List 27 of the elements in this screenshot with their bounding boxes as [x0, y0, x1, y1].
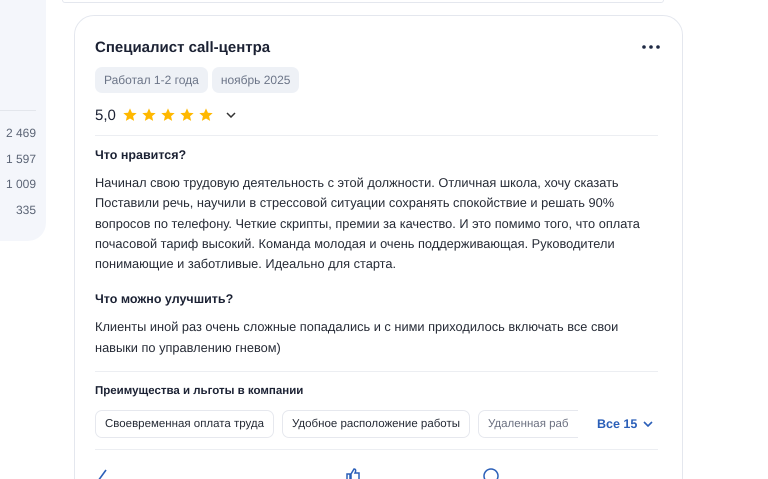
tag: Работал 1-2 года: [95, 67, 208, 93]
comment-icon[interactable]: [483, 468, 499, 479]
star-icon: [122, 107, 138, 123]
review-text: Начинал свою трудовую деятельность с этой должности. Отличная школа, хочу сказать Поставили речь, научили в стрессовой ситуации сохранять спокойствие и решать 90% вопросов по телефону. Четкие скрипты, премии за качество. И это помимо того, что оплата почасовой тариф высокий. Команда молодая и очень поддерживающая. Руководители понимающие и заботливые. Идеально для старта.: [95, 174, 641, 274]
benefit-chip: Удобное расположение работы: [282, 410, 470, 438]
chevron-icon[interactable]: [226, 112, 236, 118]
more-icon[interactable]: [642, 45, 660, 49]
count-text: 2 469: [6, 125, 36, 142]
star-icon: [160, 107, 176, 123]
count-text: 1 009: [6, 176, 36, 194]
tag: ноябрь 2025: [212, 67, 300, 93]
benefits-heading: Преимущества и льготы в компании: [95, 385, 304, 398]
benefit-chip: Удаленная раб: [478, 410, 578, 438]
show-all-link[interactable]: Все 15: [597, 417, 654, 432]
star-icon: [198, 107, 214, 123]
star-icon: [140, 107, 157, 123]
section-heading: Что нравится?: [95, 148, 188, 162]
star-icon: [178, 107, 195, 123]
thumb-icon[interactable]: [345, 468, 361, 479]
count-text: 335: [16, 202, 36, 220]
rating-score: 5,0: [95, 106, 116, 124]
count-text: 1 597: [6, 150, 36, 168]
section-heading: Что можно улучшить?: [95, 292, 234, 306]
benefit-chip: Своевременная оплата труда: [95, 410, 274, 438]
review-text: Клиенты иной раз очень сложные попадались и с ними приходилось включать все свои навыки по управлению гневом): [95, 318, 620, 357]
chevron-icon: [643, 421, 654, 428]
review-title: Специалист call-центра: [95, 38, 270, 56]
